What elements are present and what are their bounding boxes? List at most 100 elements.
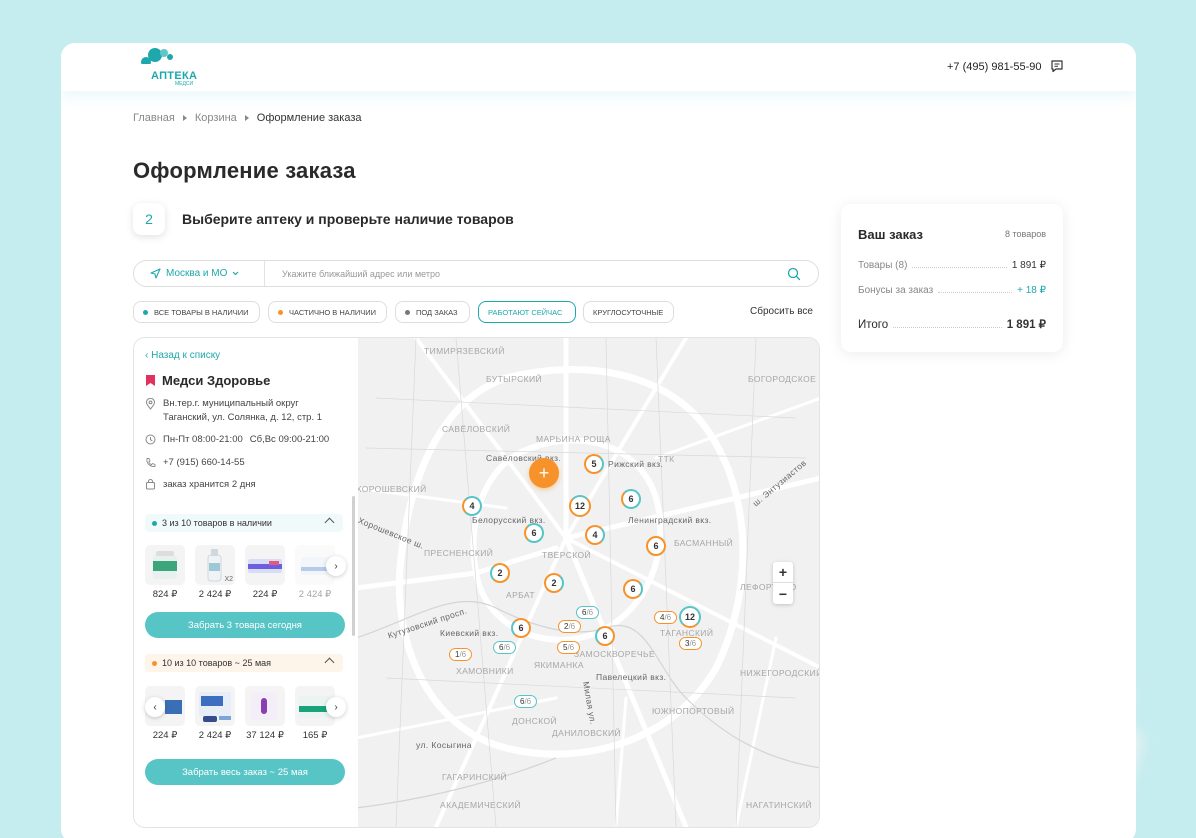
map-pill-marker[interactable]: 1/6 [449, 648, 473, 661]
logo-subtext: МЕДСИ [175, 81, 194, 87]
filter-on-order[interactable]: под заказ [395, 301, 470, 323]
status-dot [152, 520, 157, 526]
dotted-leader [912, 267, 1007, 268]
map-pill-marker[interactable]: 6/6 [576, 606, 600, 619]
map-label: БУТЫРСКИЙ [486, 374, 542, 384]
map-card: ‹ Назад к списку Медси Здоровье Вн.тер.г… [133, 337, 820, 828]
breadcrumb-home[interactable]: Главная [133, 112, 175, 124]
in-stock-products: 824 ₽ X2 2 424 ₽ 224 ₽ 2 424 ₽ › [145, 545, 346, 605]
map-label: ПРЕСНЕНСКИЙ [424, 548, 494, 558]
map-pin[interactable]: 5 [584, 454, 604, 474]
back-to-list-link[interactable]: ‹ Назад к списку [145, 350, 220, 361]
site-header: АПТЕКА МЕДСИ +7 (495) 981-55-90 [61, 43, 1136, 91]
map-pin[interactable]: 6 [524, 523, 544, 543]
carousel-next-button[interactable]: › [326, 697, 346, 717]
filter-all-in-stock[interactable]: все товары в наличии [133, 301, 260, 323]
pickup-today-button[interactable]: Забрать 3 товара сегодня [145, 612, 345, 638]
map-pill-marker[interactable]: 4/6 [654, 611, 678, 624]
filter-24h[interactable]: круглосуточные [583, 301, 674, 323]
row-label: Итого [858, 319, 889, 331]
reset-filters-link[interactable]: Сбросить все [750, 306, 813, 317]
dotted-leader [893, 327, 1002, 328]
product-price: 224 ₽ [252, 589, 278, 600]
map-pin[interactable]: 12 [569, 495, 591, 517]
breadcrumb-current: Оформление заказа [256, 112, 362, 124]
map-pin[interactable]: 2 [490, 563, 510, 583]
address-search-input[interactable] [282, 266, 762, 282]
pill-total: /6 [567, 643, 575, 652]
map-pin[interactable]: 6 [623, 579, 643, 599]
filter-open-now[interactable]: работают сейчас [478, 301, 576, 323]
map-pill-marker[interactable]: 3/6 [679, 637, 703, 650]
chevron-down-icon [232, 271, 239, 276]
map-pin[interactable]: 6 [646, 536, 666, 556]
map-label: ЮЖНОПОРТОВЫЙ [652, 706, 735, 716]
summary-goods-row: Товары (8) 1 891 ₽ [858, 260, 1046, 271]
map-pin-icon [145, 398, 156, 410]
row-label: Бонусы за заказ [858, 285, 934, 296]
hours-weekend: Сб,Вс 09:00-21:00 [249, 434, 330, 445]
panel-scrollbar[interactable] [352, 496, 355, 636]
summary-item-count: 8 товаров [1004, 229, 1046, 239]
city-selector[interactable]: Москва и МО [150, 268, 239, 279]
dotted-leader [938, 292, 1013, 293]
map-label: ТИМИРЯЗЕВСКИЙ [424, 346, 505, 356]
map-pill-marker[interactable]: 6/6 [493, 641, 517, 654]
selected-pharmacy-pin[interactable]: + [529, 458, 559, 488]
back-label: Назад к списку [151, 350, 221, 361]
bookmark-icon[interactable] [145, 374, 156, 387]
filter-partially-in-stock[interactable]: частично в наличии [268, 301, 387, 323]
city-label: Москва и МО [166, 268, 228, 279]
status-dot [143, 309, 148, 315]
map-pill-marker[interactable]: 5/6 [557, 641, 581, 654]
map-pin[interactable]: 12 [679, 606, 701, 628]
product-card[interactable]: 2 424 ₽ [195, 686, 235, 741]
in-stock-group-header[interactable]: 3 из 10 товаров в наличии [145, 514, 343, 532]
divider [264, 261, 265, 286]
map-pin[interactable]: 6 [511, 618, 531, 638]
pill-total: /6 [586, 608, 594, 617]
map-label: НАГАТИНСКИЙ [746, 800, 812, 810]
storage-text: заказ хранится 2 дня [163, 479, 256, 490]
zoom-out-button[interactable]: − [773, 583, 793, 604]
summary-total-row: Итого 1 891 ₽ [858, 317, 1046, 331]
product-card[interactable]: X2 2 424 ₽ [195, 545, 235, 600]
carousel-prev-button[interactable]: ‹ [145, 697, 165, 717]
map-label: Рижский вкз. [608, 459, 664, 469]
logo[interactable]: АПТЕКА МЕДСИ [133, 47, 203, 89]
map-pill-marker[interactable]: 2/6 [558, 620, 582, 633]
address-line: Таганский, ул. Солянка, д. 12, стр. 1 [163, 412, 323, 423]
product-card[interactable]: 37 124 ₽ [245, 686, 285, 741]
map-label: АКАДЕМИЧЕСКИЙ [440, 800, 522, 810]
breadcrumb-cart[interactable]: Корзина [195, 112, 237, 124]
pill-total: /6 [459, 650, 467, 659]
product-card[interactable]: 824 ₽ [145, 545, 185, 600]
map-label: ЗАМОСКВОРЕЧЬЕ [574, 649, 656, 659]
zoom-in-button[interactable]: + [773, 562, 793, 583]
map-label: ТВЕРСКОЙ [542, 550, 592, 560]
row-label: Товары (8) [858, 260, 908, 271]
page-title: Оформление заказа [133, 158, 356, 183]
pharmacy-phone-text[interactable]: +7 (915) 660-14-55 [163, 456, 245, 470]
map-label: САВЁЛОВСКИЙ [442, 424, 511, 434]
filter-label: частично в наличии [289, 307, 377, 317]
header-phone[interactable]: +7 (495) 981-55-90 [947, 61, 1041, 73]
map-pin[interactable]: 4 [585, 525, 605, 545]
pickup-full-order-button[interactable]: Забрать весь заказ ~ 25 мая [145, 759, 345, 785]
phone-icon [146, 458, 156, 467]
map-pin[interactable]: 6 [595, 626, 615, 646]
product-price: 2 424 ₽ [298, 589, 332, 600]
chat-icon[interactable] [1050, 59, 1064, 73]
map-pin[interactable]: 6 [621, 489, 641, 509]
carousel-next-button[interactable]: › [326, 556, 346, 576]
status-dot [152, 660, 157, 666]
pharmacy-map[interactable]: ТИМИРЯЗЕВСКИЙ БУТЫРСКИЙ БОГОРОДСКОЕ САВЁ… [356, 338, 819, 827]
map-pin[interactable]: 2 [544, 573, 564, 593]
product-card[interactable]: 224 ₽ [245, 545, 285, 600]
map-pin[interactable]: 4 [462, 496, 482, 516]
map-pill-marker[interactable]: 6/6 [514, 695, 538, 708]
search-icon[interactable] [787, 267, 801, 281]
hours-weekdays: Пн-Пт 08:00-21:00 [163, 434, 243, 445]
full-order-group-header[interactable]: 10 из 10 товаров ~ 25 мая [145, 654, 343, 672]
map-label: ХАМОВНИКИ [456, 666, 514, 676]
